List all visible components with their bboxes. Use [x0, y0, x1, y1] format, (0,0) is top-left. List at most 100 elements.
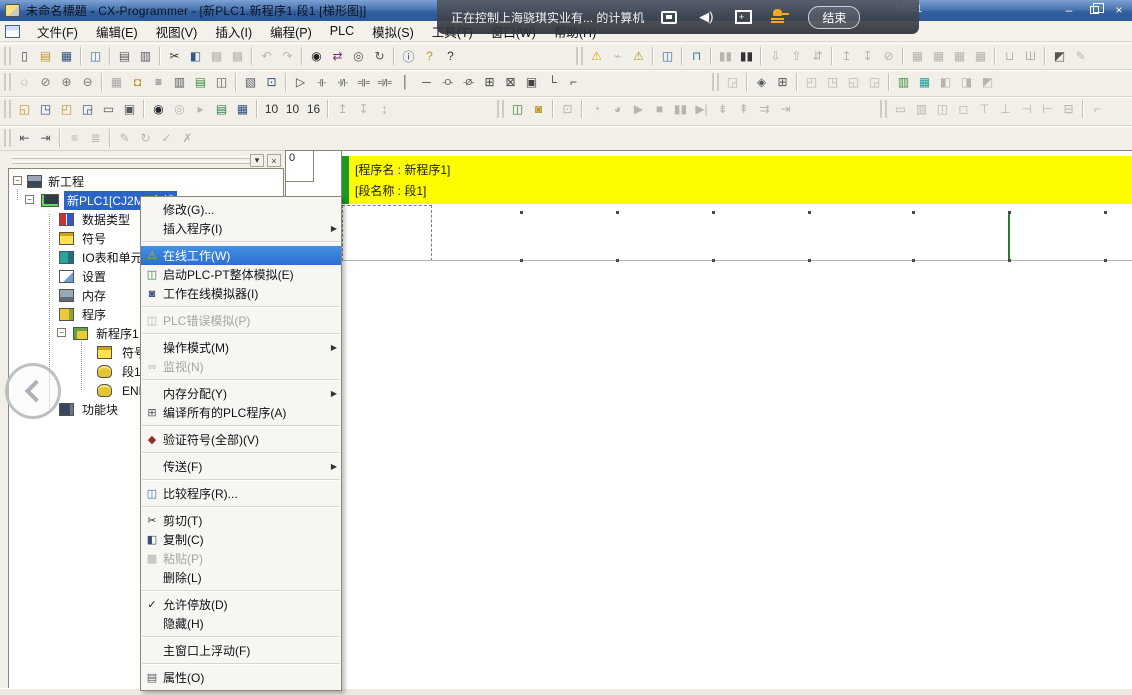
rung-shortcut-icon[interactable]: ▤: [190, 72, 211, 92]
menu-insert-program[interactable]: 插入程序(I)▶: [141, 219, 341, 238]
comment-list-icon[interactable]: ◎: [169, 99, 190, 119]
zoom-reset-icon[interactable]: ⊘: [35, 72, 56, 92]
menu-verify-symbols-all[interactable]: ◆验证符号(全部)(V): [141, 430, 341, 449]
restore-button[interactable]: [1085, 2, 1103, 17]
fb-online-2-icon[interactable]: ◳: [822, 72, 843, 92]
tree-new-project[interactable]: 新工程: [45, 172, 87, 191]
compare-program-plc-icon[interactable]: ⇵: [807, 46, 828, 66]
menu-start-plc-pt-simulation[interactable]: ◫启动PLC-PT整体模拟(E): [141, 265, 341, 284]
tree-expander[interactable]: −: [57, 328, 66, 337]
indent-left-icon[interactable]: ⇤: [14, 128, 35, 148]
decimal-icon[interactable]: 10: [261, 99, 282, 119]
menubar-item-PLC[interactable]: PLC: [321, 22, 363, 40]
save-icon[interactable]: ▦: [56, 46, 77, 66]
fb-watch-icon[interactable]: ▦: [914, 72, 935, 92]
online-edit-cancel-icon[interactable]: ✎: [1070, 46, 1091, 66]
continuous-step-icon[interactable]: ⇉: [754, 99, 775, 119]
pt-tool-1-icon[interactable]: ▭: [890, 99, 911, 119]
fb-online-4-icon[interactable]: ◲: [864, 72, 885, 92]
menu-hide[interactable]: 隐藏(H): [141, 614, 341, 633]
tree-symbols[interactable]: 符号: [79, 229, 109, 248]
contact-nc-tool[interactable]: -|/|-: [332, 72, 353, 92]
time-chart-icon[interactable]: ▦: [970, 46, 991, 66]
tree-programs[interactable]: 程序: [79, 305, 109, 324]
hand-up-icon[interactable]: ↥: [332, 99, 353, 119]
fb-ladder-icon[interactable]: ▥: [893, 72, 914, 92]
sim-stop-icon[interactable]: ■: [649, 99, 670, 119]
toolbar-grip[interactable]: [576, 47, 583, 65]
line-delete-tool[interactable]: ⌐: [563, 72, 584, 92]
workspace-panel-header[interactable]: ▾ ×: [8, 153, 284, 168]
crane-monitor-icon[interactable]: ⊓: [686, 46, 707, 66]
horizontal-line-tool[interactable]: ─: [416, 72, 437, 92]
undo-icon[interactable]: ↶: [256, 46, 277, 66]
speaker-icon[interactable]: ◀): [694, 7, 718, 27]
about-icon[interactable]: ⓘ: [398, 46, 419, 66]
tree-function-blocks[interactable]: 功能块: [79, 400, 121, 419]
edit-invalid-icon[interactable]: ✗: [177, 128, 198, 148]
fb-online-1-icon[interactable]: ◰: [801, 72, 822, 92]
io-comment-view-icon[interactable]: ▤: [211, 99, 232, 119]
zoom-out-icon[interactable]: ⊖: [77, 72, 98, 92]
coil-nc-tool[interactable]: -Ø-: [458, 72, 479, 92]
pt-tool-5-icon[interactable]: ⊤: [974, 99, 995, 119]
fb-invoke-tool[interactable]: ▣: [521, 72, 542, 92]
minimize-button[interactable]: –: [1060, 2, 1078, 17]
menubar-item-模拟[interactable]: 模拟(S): [363, 20, 423, 43]
wrap-view-icon[interactable]: ▥: [169, 72, 190, 92]
profile-chart-icon[interactable]: Ш: [1020, 46, 1041, 66]
mdi-child-icon[interactable]: [5, 25, 20, 38]
end-remote-button[interactable]: 结束: [808, 6, 860, 29]
menu-allow-docking[interactable]: ✓允许停放(D): [141, 595, 341, 614]
menu-cut[interactable]: ✂剪切(T): [141, 511, 341, 530]
menu-transfer[interactable]: 传送(F)▶: [141, 457, 341, 476]
fb-online-3-icon[interactable]: ◱: [843, 72, 864, 92]
transfer-to-plc-icon[interactable]: ⇩: [765, 46, 786, 66]
step-out-icon[interactable]: ⇞: [733, 99, 754, 119]
inverted-instruction-tool[interactable]: ⊠: [500, 72, 521, 92]
fb-gray-3-icon[interactable]: ◩: [977, 72, 998, 92]
force-cancel-icon[interactable]: ⊘: [878, 46, 899, 66]
fb-gray-2-icon[interactable]: ◨: [956, 72, 977, 92]
hand-down-icon[interactable]: ↧: [353, 99, 374, 119]
indent-right-icon[interactable]: ⇥: [35, 128, 56, 148]
line-down-tool[interactable]: └: [542, 72, 563, 92]
menubar-item-文件[interactable]: 文件(F): [28, 20, 87, 43]
auto-online-icon[interactable]: ⌁: [607, 46, 628, 66]
pt-tool-4-icon[interactable]: ◻: [953, 99, 974, 119]
transfer-from-plc-icon[interactable]: ⇧: [786, 46, 807, 66]
online-edit-send-icon[interactable]: ◩: [1049, 46, 1070, 66]
print-preview-icon[interactable]: ▥: [135, 46, 156, 66]
change-values-icon[interactable]: ▦: [949, 46, 970, 66]
pt-tool-8-icon[interactable]: ⊢: [1037, 99, 1058, 119]
edit-refresh-icon[interactable]: ↻: [135, 128, 156, 148]
trace-back-icon[interactable]: ⌐: [1087, 99, 1108, 119]
toolbar-grip[interactable]: [4, 129, 11, 147]
menu-compare-program[interactable]: ◫比较程序(R)...: [141, 484, 341, 503]
block-comment-icon[interactable]: ≡: [64, 128, 85, 148]
pause-monitor-off-icon[interactable]: ▮▮: [715, 46, 736, 66]
menubar-item-视图[interactable]: 视图(V): [147, 20, 207, 43]
scan-to-end-icon[interactable]: ⇥: [775, 99, 796, 119]
print-icon[interactable]: ▤: [114, 46, 135, 66]
panel-undock-button[interactable]: ▾: [250, 154, 264, 167]
menubar-item-编辑[interactable]: 编辑(E): [87, 20, 147, 43]
calendar-compile-icon[interactable]: ⊞: [772, 72, 793, 92]
sunflower-icon[interactable]: [768, 7, 792, 27]
ruler-icon[interactable]: ◘: [127, 72, 148, 92]
fullscreen-icon[interactable]: [657, 7, 681, 27]
simulator-window-icon[interactable]: ◙: [528, 99, 549, 119]
bookmark-list-icon[interactable]: ≣: [85, 128, 106, 148]
toolbox-icon[interactable]: +: [731, 7, 755, 27]
menu-compile-all-plc-programs[interactable]: ⊞编译所有的PLC程序(A): [141, 403, 341, 422]
hand-both-icon[interactable]: ↨: [374, 99, 395, 119]
sim-step-icon[interactable]: ▶|: [691, 99, 712, 119]
pt-tool-2-icon[interactable]: ▥: [911, 99, 932, 119]
tree-settings[interactable]: 设置: [79, 267, 109, 286]
step-in-icon[interactable]: ⇟: [712, 99, 733, 119]
select-tool[interactable]: ▷: [290, 72, 311, 92]
ladder-selection-cell[interactable]: [342, 205, 432, 261]
retrace-icon[interactable]: ↻: [369, 46, 390, 66]
cross-ref-window-icon[interactable]: ◲: [77, 99, 98, 119]
menu-work-online[interactable]: ⚠在线工作(W): [141, 246, 341, 265]
